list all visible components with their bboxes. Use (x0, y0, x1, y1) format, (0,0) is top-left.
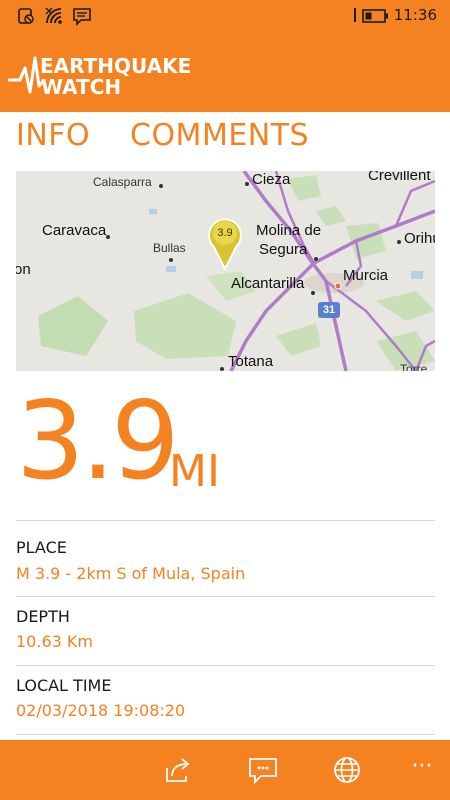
app-header: EARTHQUAKE WATCH (0, 32, 450, 112)
map-label: Cieza (252, 171, 291, 188)
location-map[interactable]: Calasparra Cieza Crevillent Caravaca Bul… (16, 171, 435, 371)
map-label: Alcantarilla (231, 275, 305, 292)
divider (16, 520, 435, 521)
status-bar: 11:36 (0, 0, 450, 32)
tab-bar: INFO COMMENTS (0, 118, 450, 162)
map-label: Torre (400, 362, 428, 371)
status-time: 11:36 (393, 6, 437, 24)
message-icon (73, 8, 91, 26)
map-dot (245, 182, 249, 186)
map-label: on (16, 261, 31, 278)
local-time-value: 02/03/2018 19:08:20 (16, 701, 186, 720)
share-icon (166, 758, 190, 782)
sim-icon (354, 8, 356, 22)
map-dot (220, 367, 224, 371)
map-dot (311, 291, 315, 295)
divider (16, 734, 435, 735)
road-number-badge: 31 (318, 302, 340, 318)
map-label: Caravaca (42, 222, 107, 239)
divider (16, 596, 435, 597)
tab-info[interactable]: INFO (16, 118, 90, 153)
tab-comments[interactable]: COMMENTS (130, 118, 309, 153)
battery-icon (362, 9, 388, 23)
pin-magnitude-label: 3.9 (217, 227, 233, 239)
notification-silent-icon (18, 8, 34, 24)
magnitude-unit: MI (169, 446, 220, 497)
map-dot (159, 184, 163, 188)
map-dot (397, 240, 401, 244)
comment-icon (249, 758, 277, 785)
map-label: Calasparra (93, 175, 152, 189)
map-label: Murcia (343, 267, 389, 284)
share-button[interactable] (162, 754, 194, 786)
more-icon: ··· (411, 754, 433, 779)
globe-icon (334, 757, 360, 783)
map-label: Bullas (153, 241, 186, 255)
logo-text-watch: WATCH (41, 75, 122, 99)
pin-shape (208, 218, 242, 271)
earthquake-pin-icon[interactable]: 3.9 (207, 215, 243, 271)
map-label: Totana (228, 353, 274, 370)
map-label: Segura (259, 241, 308, 258)
map-label: Orihu (404, 230, 435, 247)
wifi-icon (45, 7, 62, 24)
map-label: Crevillent (368, 171, 431, 184)
bottom-app-bar: ··· (0, 740, 450, 800)
divider (16, 665, 435, 666)
map-dot (106, 235, 110, 239)
more-button[interactable]: ··· (404, 754, 440, 786)
map-dot (169, 258, 173, 262)
map-dot (314, 257, 318, 261)
place-label: PLACE (16, 538, 67, 557)
map-label: Molina de (256, 222, 322, 239)
place-value: M 3.9 - 2km S of Mula, Spain (16, 564, 246, 583)
depth-label: DEPTH (16, 607, 70, 626)
local-time-label: LOCAL TIME (16, 676, 112, 695)
magnitude-value: 3.9 (16, 379, 180, 504)
depth-value: 10.63 Km (16, 632, 93, 651)
globe-button[interactable] (331, 754, 363, 786)
comment-button[interactable] (247, 754, 279, 786)
